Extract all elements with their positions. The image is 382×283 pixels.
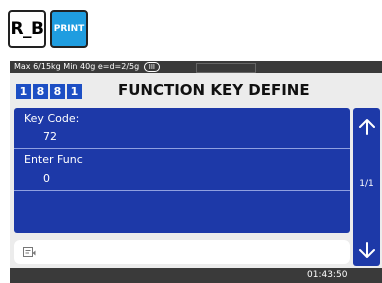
print-app-icon[interactable]: PRINT — [50, 10, 88, 48]
page-title: FUNCTION KEY DEFINE — [118, 81, 310, 99]
scale-screen: Max 6/15kg Min 40g e=d=2/5g III 1 8 8 1 … — [10, 61, 382, 283]
bottom-status-bar: 01:43:50 — [10, 268, 382, 283]
rb-app-icon[interactable]: R_B — [8, 10, 46, 48]
scroll-down-button[interactable] — [353, 237, 380, 263]
page-indicator: 1/1 — [359, 179, 374, 189]
scale-spec: Max 6/15kg Min 40g e=d=2/5g III — [14, 61, 160, 73]
enter-func-value[interactable]: 0 — [43, 172, 50, 185]
key-code-value[interactable]: 72 — [43, 130, 57, 143]
edit-icon — [23, 247, 36, 257]
field-divider — [14, 190, 350, 191]
menu-code-digit: 8 — [33, 84, 48, 99]
arrow-up-icon — [358, 119, 375, 135]
rb-label: R_B — [10, 19, 44, 39]
field-divider — [14, 148, 350, 149]
title-bar: 1 8 8 1 FUNCTION KEY DEFINE — [10, 73, 382, 107]
input-field[interactable] — [14, 240, 350, 264]
key-code-label: Key Code: — [24, 112, 80, 125]
print-label: PRINT — [53, 24, 85, 34]
menu-code-digit: 1 — [67, 84, 82, 99]
scroll-up-button[interactable] — [353, 114, 380, 140]
enter-func-label: Enter Func — [24, 153, 83, 166]
menu-code-digit: 1 — [16, 84, 31, 99]
status-bar: Max 6/15kg Min 40g e=d=2/5g III — [10, 61, 382, 73]
clock: 01:43:50 — [307, 270, 348, 280]
accuracy-class-badge: III — [143, 62, 160, 72]
status-indicator-box — [196, 63, 256, 73]
menu-code-digit: 8 — [50, 84, 65, 99]
function-key-form: Key Code: 72 Enter Func 0 — [14, 108, 350, 233]
scroll-panel: 1/1 — [353, 108, 380, 266]
arrow-down-icon — [358, 242, 375, 258]
